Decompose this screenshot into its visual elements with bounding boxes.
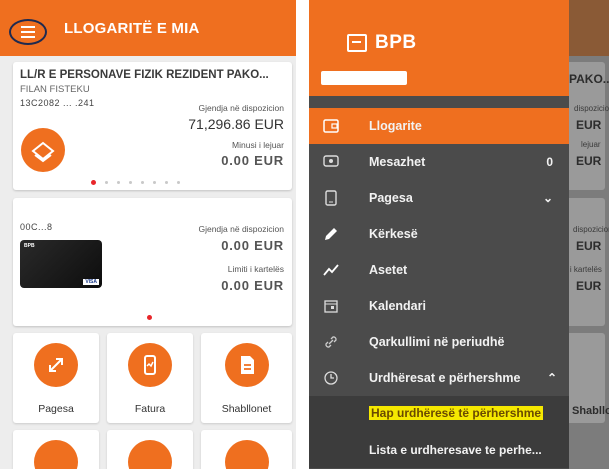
menu-item-kalendari[interactable]: Kalendari — [309, 288, 569, 324]
dimmed-amount: EUR — [576, 239, 602, 253]
visa-logo: VISA — [83, 279, 99, 285]
available-label: Gjendja në dispozicion — [198, 103, 284, 113]
bpb-logo: BPB — [347, 32, 417, 54]
overdraft-label: Minusi i lejuar — [232, 140, 284, 150]
tile-more-3[interactable] — [201, 430, 292, 469]
list-icon — [224, 440, 269, 469]
menu-icon[interactable] — [9, 19, 47, 45]
dimmed-tile-label: Shabllonet — [572, 405, 609, 417]
card-image: BPB VISA — [20, 240, 102, 288]
card-limit-label: Limiti i kartelës — [227, 264, 284, 274]
accounts-screen: LLOGARITË E MIA LL/R E PERSONAVE FIZIK R… — [0, 0, 296, 469]
menu-item-label: Urdhëresat e përhershme — [369, 371, 521, 385]
menu-item-kerkese[interactable]: Kërkesë — [309, 216, 569, 252]
dimmed-label: dispozicion — [573, 225, 609, 234]
carousel-dots[interactable] — [91, 180, 180, 185]
menu-item-qarkullimi[interactable]: Qarkullimi në periudhë — [309, 324, 569, 360]
account-owner: FILAN FISTEKU — [20, 84, 90, 95]
available-balance: 71,296.86 EUR — [188, 116, 284, 132]
dimmed-label: lejuar — [581, 140, 601, 149]
tile-more-1[interactable] — [13, 430, 99, 469]
menu-item-mesazhet[interactable]: Mesazhet 0 — [309, 144, 569, 180]
menu-item-llogarite[interactable]: Llogarite — [309, 108, 569, 144]
username-redacted — [321, 71, 407, 85]
tile-label: Fatura — [134, 403, 166, 415]
submenu-item-label: Lista e urdheresave te perhe... — [369, 443, 542, 457]
app-bar: LLOGARITË E MIA — [0, 0, 296, 56]
submenu-item-hap-urdherese[interactable]: Hap urdhëresë të përhershme — [309, 396, 569, 432]
card-available-label: Gjendja në dispozicion — [198, 224, 284, 234]
page-title: LLOGARITË E MIA — [64, 20, 200, 37]
menu-item-label: Kalendari — [369, 299, 426, 313]
chevron-down-icon: ⌄ — [542, 191, 553, 205]
dimmed-amount: EUR — [576, 118, 602, 132]
card-carousel-dots[interactable] — [147, 315, 152, 320]
menu-item-asetet[interactable]: Asetet — [309, 252, 569, 288]
card-number: 00C...8 — [20, 222, 53, 232]
menu-screen: PAKO... dispozicion EUR lejuar EUR dispo… — [309, 0, 609, 469]
dimmed-amount: EUR — [576, 279, 602, 293]
tile-shabllonet[interactable]: Shabllonet — [201, 333, 292, 423]
brand-name: BPB — [375, 32, 417, 53]
dimmed-account-title: PAKO... — [569, 72, 609, 86]
bpb-logo-icon — [347, 34, 367, 52]
drawer-header: BPB — [309, 0, 569, 96]
tile-more-2[interactable] — [107, 430, 193, 469]
menu-item-label: Asetet — [369, 263, 408, 277]
highlighted-text: Hap urdhëresë të përhershme — [369, 406, 544, 420]
overdraft-value: 0.00 EUR — [221, 153, 284, 168]
dimmed-label: dispozicion — [574, 104, 609, 113]
payment-card-card[interactable]: 00C...8 Gjendja në dispozicion 0.00 EUR … — [13, 198, 292, 326]
money-icon — [21, 128, 65, 172]
link-icon — [322, 333, 340, 351]
menu-item-label: Llogarite — [369, 119, 422, 133]
submenu-item-lista-urdheresave[interactable]: Lista e urdheresave te perhe... — [309, 432, 569, 468]
wallet-icon — [322, 117, 340, 135]
chart-line-icon — [322, 261, 340, 279]
menu-item-label: Kërkesë — [369, 227, 418, 241]
card-available-value: 0.00 EUR — [221, 238, 284, 253]
document-icon — [224, 343, 269, 387]
menu-item-urdheresat[interactable]: Urdhëresat e përhershme ⌃ — [309, 360, 569, 396]
navigation-drawer: BPB Llogarite Mesazhet 0 Pagesa ⌄ Kërkes… — [309, 0, 569, 469]
location-icon — [128, 440, 172, 469]
message-count-badge: 0 — [546, 155, 553, 169]
card-limit-value: 0.00 EUR — [221, 278, 284, 293]
messages-icon — [322, 153, 340, 171]
menu-item-label: Pagesa — [369, 191, 413, 205]
phone-bill-icon — [128, 343, 172, 387]
calendar-icon — [322, 297, 340, 315]
account-title: LL/R E PERSONAVE FIZIK REZIDENT PAKO... — [20, 69, 269, 81]
chevron-up-icon: ⌃ — [546, 371, 557, 385]
submenu-item-label: Hap urdhëresë të përhershme — [369, 406, 544, 420]
clock-icon — [322, 369, 340, 387]
screenshot-stage: LLOGARITË E MIA LL/R E PERSONAVE FIZIK R… — [0, 0, 609, 469]
dimmed-amount: EUR — [576, 154, 602, 168]
menu-item-label: Mesazhet — [369, 155, 426, 169]
transfer-icon — [34, 343, 78, 387]
phone-payment-icon — [322, 189, 340, 207]
account-card[interactable]: LL/R E PERSONAVE FIZIK REZIDENT PAKO... … — [13, 62, 292, 190]
menu-item-pagesa[interactable]: Pagesa ⌄ — [309, 180, 569, 216]
menu-item-label: Qarkullimi në periudhë — [369, 335, 505, 349]
pencil-icon — [322, 225, 340, 243]
tile-label: Shabllonet — [221, 403, 272, 415]
calendar-icon — [34, 440, 78, 469]
account-number: 13C2082 ... .241 — [20, 98, 95, 108]
card-logo: BPB — [24, 243, 35, 249]
tile-pagesa[interactable]: Pagesa — [13, 333, 99, 423]
tile-fatura[interactable]: Fatura — [107, 333, 193, 423]
tile-label: Pagesa — [38, 403, 74, 415]
